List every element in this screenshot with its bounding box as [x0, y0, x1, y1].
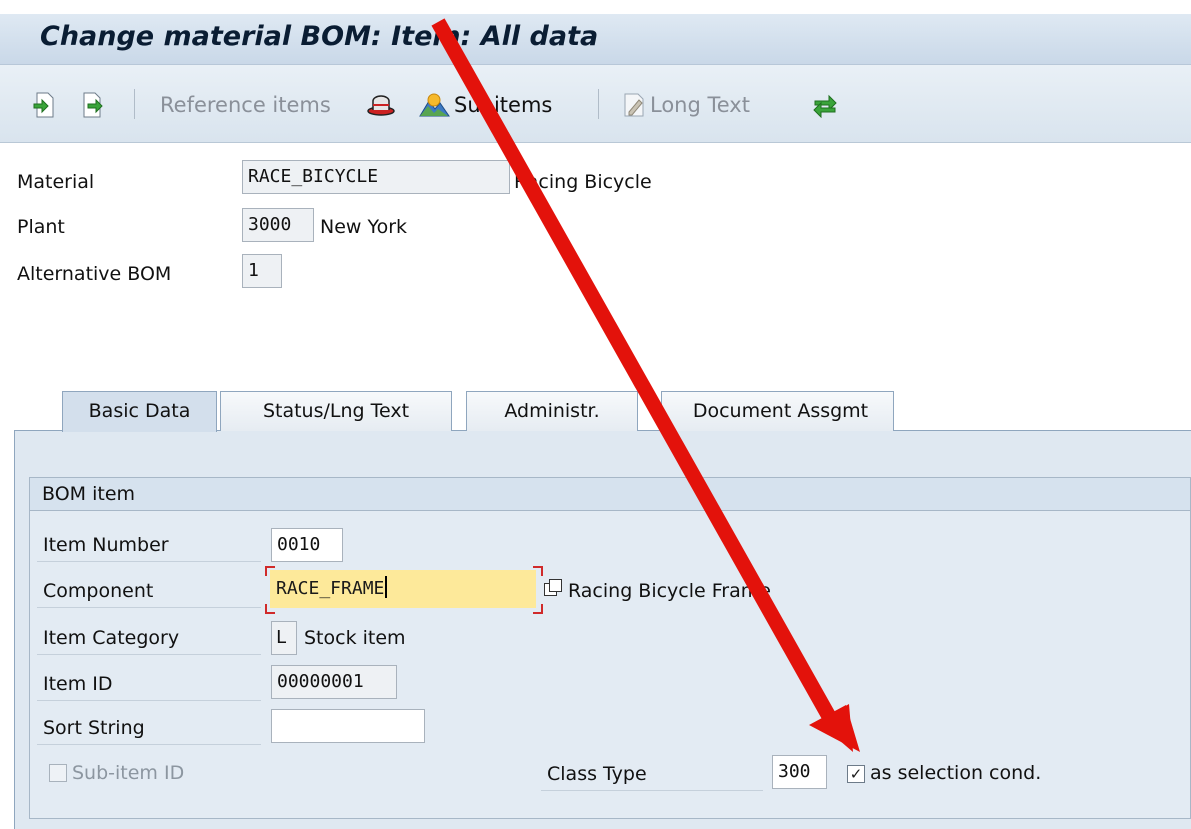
sub-item-id-checkbox[interactable]	[49, 764, 67, 782]
previous-item-button[interactable]	[33, 89, 57, 121]
next-page-icon	[83, 92, 103, 118]
hat-button[interactable]	[366, 89, 396, 121]
item-category-field[interactable]: L	[271, 621, 297, 655]
bom-item-group-header	[29, 477, 1191, 511]
top-strip	[0, 0, 1191, 14]
long-text-button[interactable]: Long Text	[622, 89, 750, 121]
text-cursor	[385, 576, 388, 598]
tab-document-assgmt[interactable]: Document Assgmt	[661, 391, 894, 431]
sort-string-field[interactable]	[271, 709, 425, 743]
hat-icon	[367, 95, 395, 116]
material-description: Racing Bicycle	[514, 171, 652, 193]
material-field[interactable]: RACE_BICYCLE	[242, 160, 510, 194]
focus-bracket	[533, 604, 543, 614]
plant-label: Plant	[17, 216, 65, 238]
class-type-field[interactable]: 300	[772, 755, 827, 789]
focus-bracket	[265, 604, 275, 614]
material-label: Material	[17, 171, 95, 193]
switch-button[interactable]	[812, 89, 838, 121]
checkmark-icon: ✓	[849, 765, 863, 783]
long-text-icon	[624, 93, 644, 117]
focus-bracket	[533, 566, 543, 576]
alternative-bom-field[interactable]: 1	[242, 254, 282, 288]
selection-cond-checkbox[interactable]: ✓	[847, 765, 865, 783]
next-item-button[interactable]	[80, 89, 104, 121]
sort-string-label: Sort String	[37, 711, 261, 745]
subitems-icon	[419, 93, 450, 117]
component-value: RACE_FRAME	[276, 578, 385, 599]
previous-page-icon	[33, 92, 54, 118]
focus-bracket	[265, 566, 275, 576]
tab-basic-data[interactable]: Basic Data	[62, 391, 217, 432]
toolbar-separator	[134, 89, 135, 119]
tab-status-lng-text[interactable]: Status/Lng Text	[220, 391, 452, 431]
item-category-label: Item Category	[37, 621, 261, 655]
subitems-label: Subitems	[454, 93, 553, 117]
reference-items-button[interactable]: Reference items	[160, 89, 331, 121]
tab-administr[interactable]: Administr.	[466, 391, 638, 431]
component-description: Racing Bicycle Frame	[568, 580, 771, 602]
component-field[interactable]: RACE_FRAME	[270, 570, 536, 608]
long-text-label: Long Text	[650, 93, 750, 117]
toolbar-separator	[598, 89, 599, 119]
copy-window-icon	[544, 579, 562, 596]
subitems-button[interactable]: Subitems	[418, 89, 552, 121]
application-toolbar: Reference items Subitems Long Text	[0, 65, 1191, 143]
item-number-label: Item Number	[37, 528, 261, 562]
selection-cond-label: as selection cond.	[870, 762, 1042, 784]
value-help-button[interactable]	[543, 578, 563, 598]
plant-field[interactable]: 3000	[242, 208, 314, 242]
reference-items-label: Reference items	[160, 93, 331, 117]
class-type-label-row: Class Type	[541, 757, 763, 791]
bom-item-group-title: BOM item	[42, 483, 136, 505]
page-title: Change material BOM: Item: All data	[40, 21, 599, 52]
item-category-description: Stock item	[304, 627, 406, 649]
sub-item-id-label: Sub-item ID	[72, 762, 185, 784]
title-bar: Change material BOM: Item: All data	[0, 14, 1191, 65]
switch-arrows-icon	[813, 94, 837, 118]
alternative-bom-label: Alternative BOM	[17, 263, 172, 285]
item-id-label: Item ID	[37, 667, 261, 701]
item-number-field[interactable]: 0010	[271, 528, 343, 562]
plant-description: New York	[320, 216, 408, 238]
item-id-field[interactable]: 00000001	[271, 665, 397, 699]
class-type-label: Class Type	[547, 763, 647, 785]
component-label: Component	[37, 574, 261, 608]
